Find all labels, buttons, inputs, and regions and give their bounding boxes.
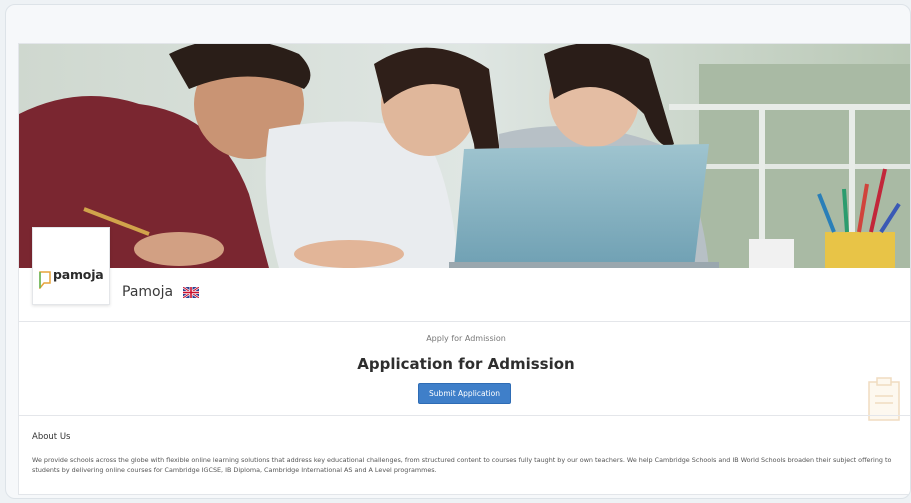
page-frame: pamoja Pamoja Apply for Admission Applic… bbox=[5, 4, 911, 499]
pamoja-logo-icon bbox=[39, 271, 51, 289]
about-description: We provide schools across the globe with… bbox=[32, 456, 892, 474]
section-divider bbox=[19, 321, 910, 322]
admission-subtitle: Apply for Admission bbox=[426, 334, 506, 343]
logo-wordmark: pamoja bbox=[53, 267, 104, 282]
uk-flag-icon bbox=[182, 287, 199, 298]
organization-logo: pamoja bbox=[32, 227, 110, 305]
organization-name-text: Pamoja bbox=[122, 284, 174, 300]
section-divider bbox=[19, 415, 910, 416]
submit-application-button[interactable]: Submit Application bbox=[418, 383, 511, 404]
organization-name: Pamoja bbox=[122, 284, 199, 300]
about-heading: About Us bbox=[32, 432, 71, 442]
admission-title: Application for Admission bbox=[357, 355, 575, 373]
school-profile-card: pamoja Pamoja Apply for Admission Applic… bbox=[18, 43, 910, 495]
banner-image bbox=[19, 44, 910, 268]
